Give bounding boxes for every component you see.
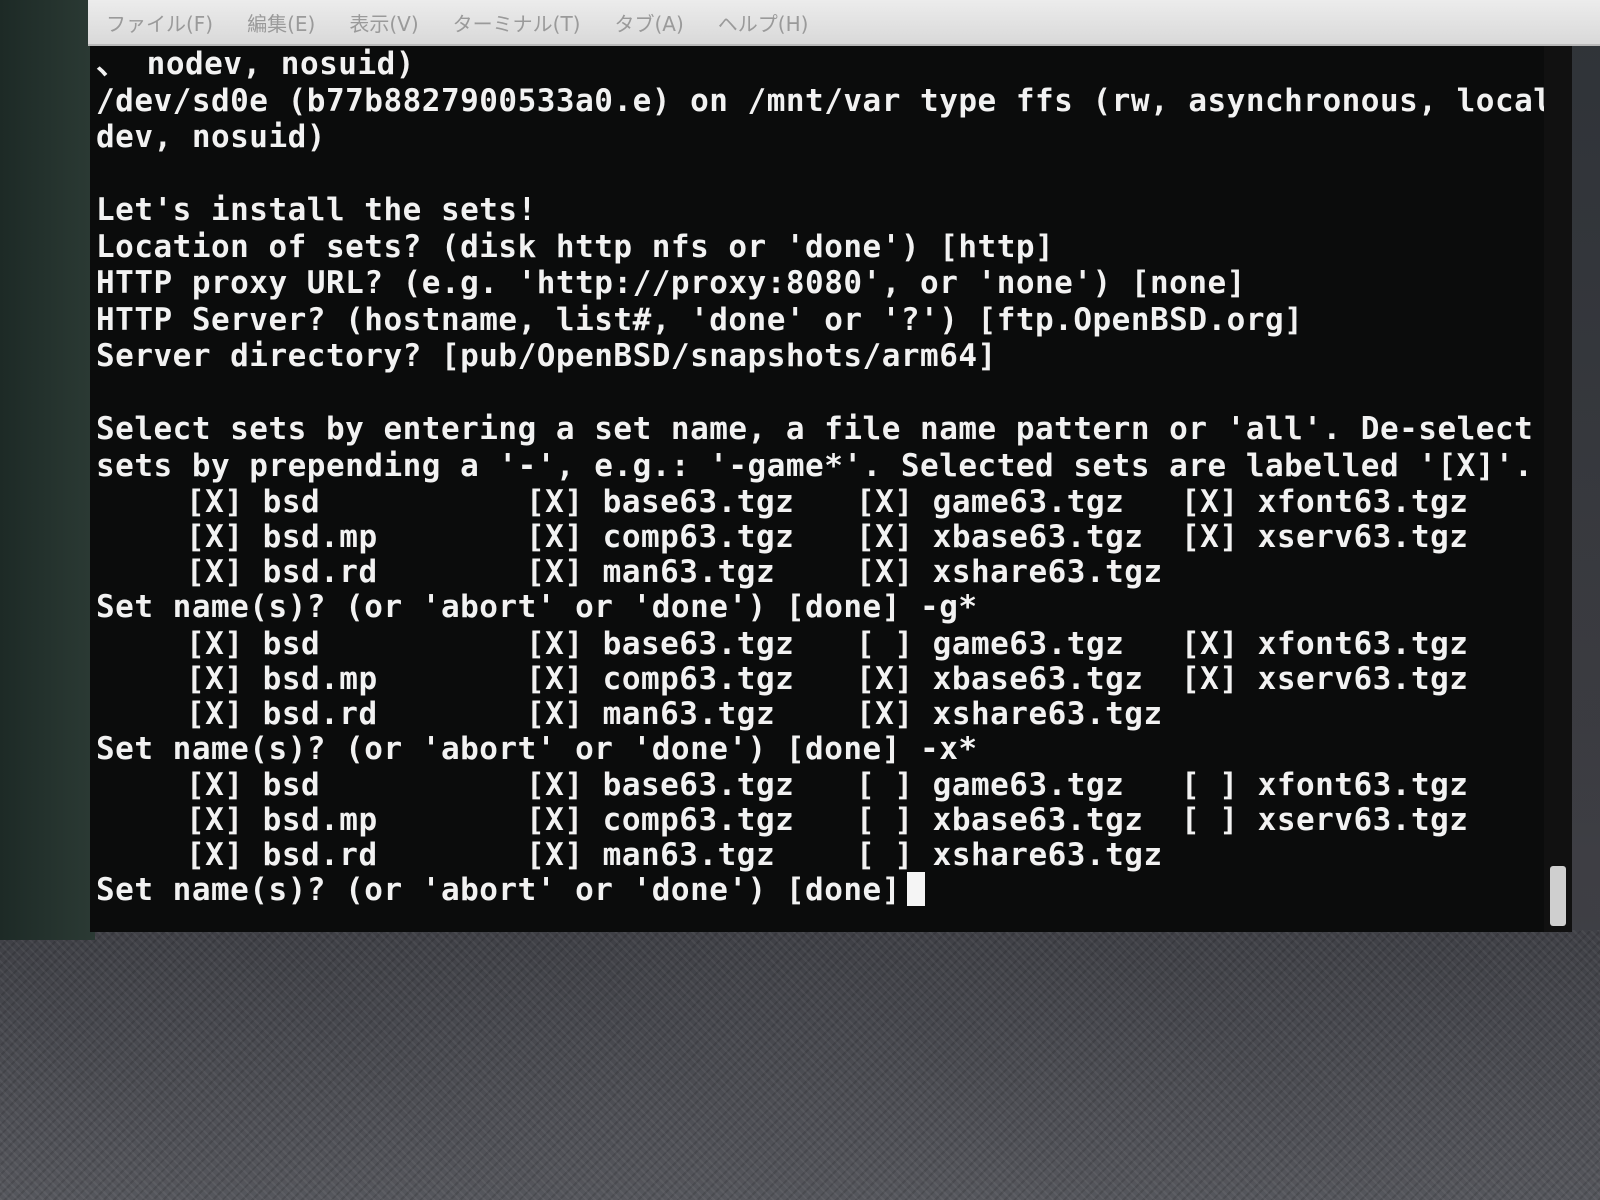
set-cell: [ ] xshare63.tgz bbox=[856, 837, 1163, 873]
set-cell: [X] game63.tgz bbox=[856, 484, 1125, 520]
set-cell: [ ] xfont63.tgz bbox=[1181, 767, 1469, 803]
menu-help[interactable]: ヘルプ(H) bbox=[718, 8, 809, 37]
set-cell: [X] xserv63.tgz bbox=[1181, 660, 1469, 697]
set-cell: [X] bsd bbox=[186, 767, 321, 803]
set-cell: [ ] game63.tgz bbox=[856, 625, 1125, 662]
set-cell: [X] bsd.mp bbox=[186, 660, 378, 697]
prompt-line: Set name(s)? (or 'abort' or 'done') [don… bbox=[96, 589, 978, 625]
output-line: Location of sets? (disk http nfs or 'don… bbox=[96, 228, 1055, 265]
menu-edit[interactable]: 編集(E) bbox=[247, 8, 315, 37]
set-cell: [ ] game63.tgz bbox=[856, 767, 1125, 803]
output-line: HTTP Server? (hostname, list#, 'done' or… bbox=[96, 301, 1304, 338]
prompt-line-active[interactable]: Set name(s)? (or 'abort' or 'done') [don… bbox=[96, 872, 1546, 909]
set-cell: [X] comp63.tgz bbox=[526, 519, 795, 555]
set-row: [X] bsd.rd [X] man63.tgz [X] xshare63.tg… bbox=[96, 554, 1546, 590]
set-cell bbox=[1181, 554, 1481, 589]
set-cell: [X] man63.tgz bbox=[526, 554, 776, 590]
set-row: [X] bsd.mp [X] comp63.tgz [ ] xbase63.tg… bbox=[96, 802, 1546, 838]
set-cell: [X] xbase63.tgz bbox=[856, 660, 1144, 697]
menu-view[interactable]: 表示(V) bbox=[349, 8, 418, 37]
set-cell: [X] xbase63.tgz bbox=[856, 519, 1144, 555]
set-row: [X] bsd.mp [X] comp63.tgz [X] xbase63.tg… bbox=[96, 519, 1546, 555]
set-row: [X] bsd.rd [X] man63.tgz [X] xshare63.tg… bbox=[96, 695, 1546, 732]
output-line: Select sets by entering a set name, a fi… bbox=[96, 411, 1534, 447]
output-line: dev, nosuid) bbox=[96, 119, 326, 155]
set-row: [X] bsd [X] base63.tgz [X] game63.tgz [X… bbox=[96, 484, 1546, 520]
photo-background: ファイル(F) 編集(E) 表示(V) ターミナル(T) タブ(A) ヘルプ(H… bbox=[0, 0, 1600, 1200]
carpet-floor bbox=[0, 930, 1600, 1200]
set-cell: [X] xfont63.tgz bbox=[1181, 625, 1469, 662]
menu-terminal[interactable]: ターミナル(T) bbox=[453, 8, 581, 37]
output-line: /dev/sd0e (b77b8827900533a0.e) on /mnt/v… bbox=[96, 82, 1572, 119]
set-cell: [X] bsd.mp bbox=[186, 802, 378, 838]
set-cell: [ ] xserv63.tgz bbox=[1181, 802, 1469, 838]
set-cell: [ ] xbase63.tgz bbox=[856, 802, 1144, 838]
output-line: 、 nodev, nosuid) bbox=[96, 46, 415, 82]
scrollbar-thumb[interactable] bbox=[1550, 866, 1566, 926]
monitor-bezel bbox=[0, 0, 95, 940]
set-cell: [X] bsd.rd bbox=[186, 695, 378, 732]
set-cell: [X] bsd bbox=[186, 484, 321, 520]
set-cell: [X] man63.tgz bbox=[526, 695, 776, 732]
terminal-menubar: ファイル(F) 編集(E) 表示(V) ターミナル(T) タブ(A) ヘルプ(H… bbox=[88, 0, 1600, 46]
set-cell bbox=[1181, 696, 1481, 731]
set-row: [X] bsd.rd [X] man63.tgz [ ] xshare63.tg… bbox=[96, 837, 1546, 873]
terminal-window[interactable]: 、 nodev, nosuid) /dev/sd0e (b77b88279005… bbox=[90, 46, 1572, 932]
set-cell: [X] comp63.tgz bbox=[526, 802, 795, 838]
set-cell: [X] base63.tgz bbox=[526, 625, 795, 662]
output-line: HTTP proxy URL? (e.g. 'http://proxy:8080… bbox=[96, 265, 1246, 301]
prompt-line: Set name(s)? (or 'abort' or 'done') [don… bbox=[96, 730, 978, 767]
output-line: Server directory? [pub/OpenBSD/snapshots… bbox=[96, 338, 997, 374]
set-cell bbox=[1181, 837, 1481, 872]
set-cell: [X] man63.tgz bbox=[526, 837, 776, 873]
set-cell: [X] xfont63.tgz bbox=[1181, 484, 1469, 520]
set-cell: [X] base63.tgz bbox=[526, 484, 795, 520]
output-line: Let's install the sets! bbox=[96, 192, 537, 228]
set-cell: [X] xserv63.tgz bbox=[1181, 519, 1469, 555]
set-row: [X] bsd [X] base63.tgz [ ] game63.tgz [ … bbox=[96, 767, 1546, 803]
output-line: sets by prepending a '-', e.g.: '-game*'… bbox=[96, 447, 1534, 484]
set-row: [X] bsd [X] base63.tgz [ ] game63.tgz [X… bbox=[96, 625, 1546, 662]
set-cell: [X] bsd.mp bbox=[186, 519, 378, 555]
text-cursor bbox=[906, 872, 925, 906]
menu-file[interactable]: ファイル(F) bbox=[106, 8, 213, 37]
set-row: [X] bsd.mp [X] comp63.tgz [X] xbase63.tg… bbox=[96, 660, 1546, 697]
scrollbar[interactable] bbox=[1544, 46, 1572, 932]
menu-tabs[interactable]: タブ(A) bbox=[614, 8, 683, 37]
set-cell: [X] xshare63.tgz bbox=[856, 554, 1163, 590]
set-cell: [X] base63.tgz bbox=[526, 767, 795, 803]
set-cell: [X] bsd bbox=[186, 625, 321, 662]
set-cell: [X] xshare63.tgz bbox=[856, 695, 1163, 732]
set-cell: [X] bsd.rd bbox=[186, 837, 378, 873]
prompt-text: Set name(s)? (or 'abort' or 'done') [don… bbox=[96, 872, 901, 908]
terminal-output: 、 nodev, nosuid) /dev/sd0e (b77b88279005… bbox=[96, 46, 1572, 909]
set-cell: [X] comp63.tgz bbox=[526, 660, 795, 697]
set-cell: [X] bsd.rd bbox=[186, 554, 378, 590]
